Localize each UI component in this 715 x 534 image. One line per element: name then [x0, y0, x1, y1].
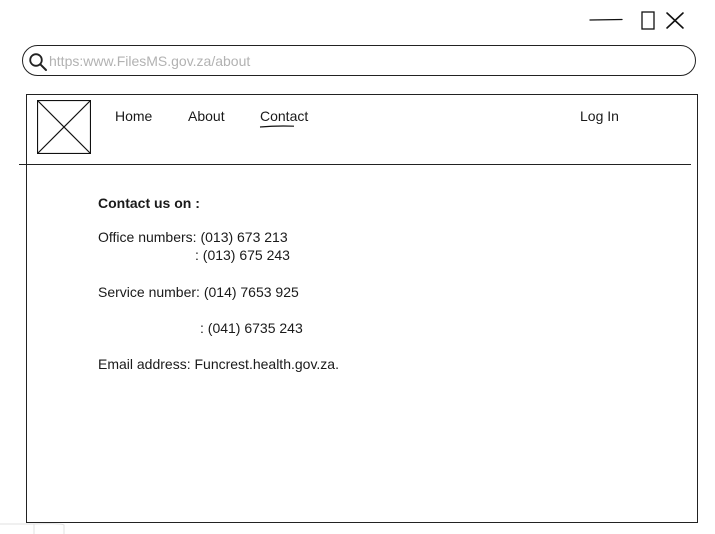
office-numbers-row: Office numbers: (013) 673 213: [98, 228, 288, 246]
service-number-label: Service number:: [98, 284, 200, 300]
site-logo[interactable]: [37, 100, 91, 154]
nav-home-link[interactable]: Home: [115, 107, 152, 125]
service-number-row: Service number: (014) 7653 925: [98, 283, 299, 301]
image-placeholder-icon: [37, 100, 91, 154]
email-label: Email address:: [98, 356, 191, 372]
login-link[interactable]: Log In: [580, 107, 619, 125]
active-nav-underline: [259, 125, 295, 128]
service-number-2: : (041) 6735 243: [200, 320, 303, 336]
search-icon[interactable]: [28, 52, 48, 72]
taskbar-edge: [0, 523, 65, 534]
minimize-button[interactable]: [586, 8, 626, 32]
nav-contact-link[interactable]: Contact: [260, 107, 308, 125]
page-frame: [26, 94, 698, 523]
window-controls: [586, 8, 696, 32]
office-number-1: (013) 673 213: [200, 229, 288, 245]
office-numbers-label: Office numbers:: [98, 229, 197, 245]
minimize-icon: [589, 18, 623, 21]
header-divider: [19, 164, 691, 165]
maximize-icon: [641, 11, 655, 30]
close-icon: [666, 12, 684, 29]
service-number-1: (014) 7653 925: [203, 284, 299, 300]
email-value[interactable]: Funcrest.health.gov.za.: [194, 356, 338, 372]
address-bar[interactable]: [22, 45, 696, 76]
office-number-2: : (013) 675 243: [195, 247, 290, 263]
url-input[interactable]: [49, 49, 669, 72]
close-button[interactable]: [664, 10, 686, 32]
email-row: Email address: Funcrest.health.gov.za.: [98, 355, 339, 373]
maximize-button[interactable]: [640, 10, 658, 32]
contact-heading: Contact us on :: [98, 195, 200, 211]
nav-about-link[interactable]: About: [188, 107, 225, 125]
